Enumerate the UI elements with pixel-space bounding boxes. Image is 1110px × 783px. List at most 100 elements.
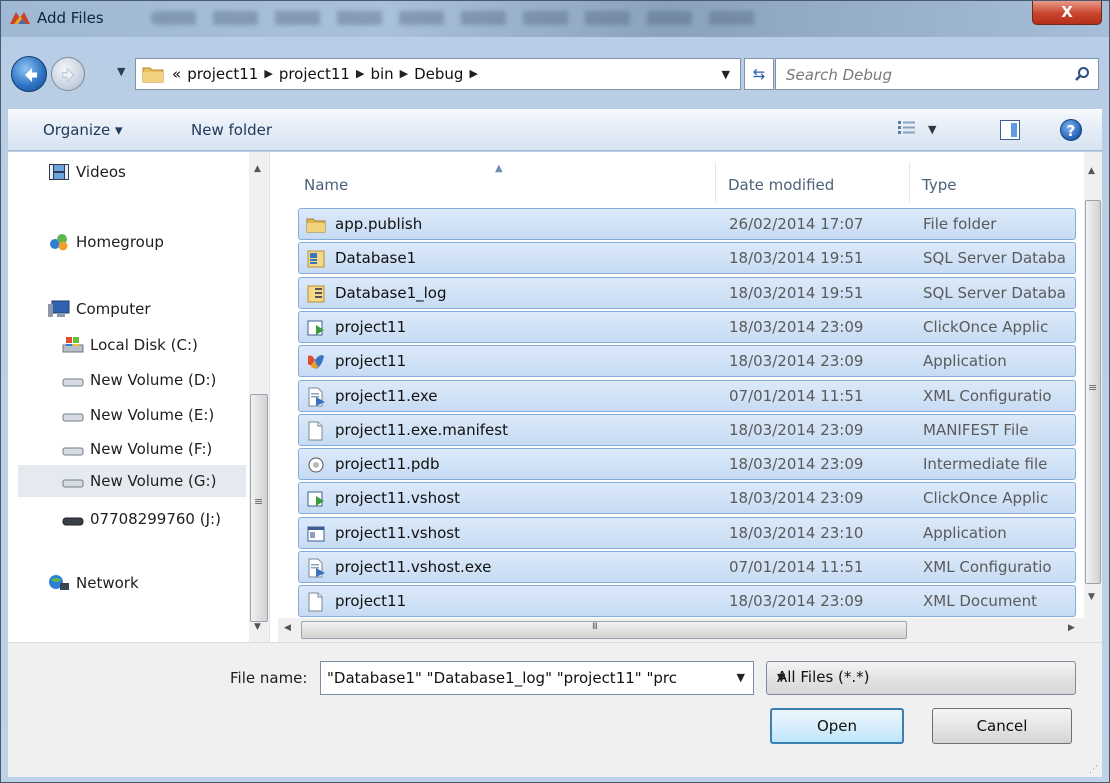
resize-grip-icon[interactable]: ⋰ — [1089, 765, 1098, 775]
scroll-up-icon[interactable]: ▲ — [1088, 166, 1095, 176]
breadcrumb-item[interactable]: Debug — [414, 65, 463, 83]
nav-item-videos[interactable]: Videos — [48, 156, 126, 188]
cancel-button[interactable]: Cancel — [932, 708, 1072, 744]
file-type-cell: SQL Server Databa — [923, 283, 1066, 302]
nav-item-local-disk-c[interactable]: Local Disk (C:) — [62, 329, 198, 361]
organize-button[interactable]: Organize ▾ — [43, 121, 123, 139]
recent-locations-dropdown-icon[interactable]: ▼ — [117, 65, 133, 81]
file-list-vertical-scrollbar[interactable]: ▲ ▼ — [1084, 152, 1102, 618]
column-header-type[interactable]: Type — [910, 162, 1084, 202]
column-header-name[interactable]: Name ▲ — [292, 162, 716, 202]
scroll-thumb[interactable] — [301, 621, 907, 639]
nav-item-label: Local Disk (C:) — [90, 336, 198, 354]
clickonce-icon — [306, 318, 326, 338]
file-row[interactable]: project11.vshost.exe 07/01/2014 11:51 XML … — [298, 551, 1076, 583]
scroll-down-icon[interactable]: ▼ — [254, 622, 261, 632]
nav-item-homegroup[interactable]: Homegroup — [48, 226, 164, 258]
drive-icon — [62, 405, 84, 425]
file-row[interactable]: Database1 18/03/2014 19:51 SQL Server Data… — [298, 242, 1076, 275]
scroll-down-icon[interactable]: ▼ — [1088, 592, 1095, 602]
file-name-cell: project11.pdb — [335, 455, 440, 474]
breadcrumb-item[interactable]: project11 — [279, 65, 350, 83]
search-input[interactable] — [786, 64, 1056, 86]
scroll-thumb[interactable] — [1085, 200, 1101, 584]
breadcrumb-overflow[interactable]: « — [172, 65, 181, 83]
breadcrumb-separator-icon[interactable]: ▶ — [469, 67, 477, 83]
nav-item-network[interactable]: Network — [48, 567, 139, 599]
filter-dropdown-icon[interactable]: ▼ — [777, 671, 1065, 684]
nav-item-label: Homegroup — [76, 233, 164, 251]
search-box[interactable] — [775, 58, 1099, 90]
preview-pane-button[interactable] — [1000, 120, 1020, 140]
forward-button[interactable] — [51, 57, 85, 91]
back-button[interactable] — [11, 56, 47, 92]
file-row[interactable]: project11.exe 07/01/2014 11:51 XML Configu… — [298, 379, 1076, 412]
nav-item-new-volume-f[interactable]: New Volume (F:) — [62, 433, 212, 465]
date-modified-cell: 18/03/2014 23:10 — [729, 523, 864, 542]
file-name-cell: project11 — [335, 592, 407, 611]
nav-item-new-volume-e[interactable]: New Volume (E:) — [62, 399, 214, 431]
file-type-cell: XML Configuratio — [923, 558, 1052, 576]
close-button[interactable]: X — [1032, 1, 1102, 25]
breadcrumb-separator-icon[interactable]: ▶ — [264, 67, 272, 83]
file-name-combobox[interactable]: ▼ — [320, 661, 754, 695]
file-name-input[interactable] — [327, 668, 717, 688]
config-file-icon — [306, 558, 326, 578]
date-modified-cell: 18/03/2014 23:09 — [729, 455, 864, 474]
file-name-dropdown-icon[interactable]: ▼ — [737, 671, 745, 684]
clickonce-icon — [306, 489, 326, 509]
address-dropdown-icon[interactable]: ▼ — [722, 68, 730, 81]
title-bar[interactable]: Add Files X — [1, 1, 1109, 37]
scroll-thumb[interactable] — [250, 394, 268, 622]
file-row[interactable]: project11.pdb 18/03/2014 23:09 Intermediat… — [298, 448, 1076, 481]
file-row[interactable]: project11.exe.manifest 18/03/2014 23:09 MA… — [298, 413, 1076, 446]
drive-icon — [62, 370, 84, 390]
file-row[interactable]: Database1_log 18/03/2014 19:51 SQL Server … — [298, 276, 1076, 309]
change-view-button[interactable]: ▼ — [898, 120, 940, 142]
file-row[interactable]: project11.vshost 18/03/2014 23:09 ClickOnc… — [298, 482, 1076, 515]
nav-item-computer[interactable]: Computer — [48, 293, 151, 325]
removable-drive-icon — [62, 509, 84, 529]
file-type-filter[interactable]: All Files (*.*) ▼ — [766, 661, 1076, 695]
application-icon — [306, 352, 326, 372]
refresh-button[interactable]: ⇆ — [744, 58, 774, 90]
file-row[interactable]: project11 18/03/2014 23:09 ClickOnce Appli… — [298, 310, 1076, 343]
date-modified-cell: 07/01/2014 11:51 — [729, 386, 864, 405]
nav-item-removable-j[interactable]: 07708299760 (J:) — [62, 503, 221, 535]
file-row[interactable]: project11 18/03/2014 23:09 XML Document — [298, 585, 1076, 618]
drive-icon — [62, 439, 84, 459]
database-log-icon — [306, 284, 326, 304]
address-bar[interactable]: « project11 ▶ project11 ▶ bin ▶ Debug ▶ … — [135, 58, 741, 90]
scroll-right-icon[interactable]: ▶ — [1068, 623, 1075, 633]
drive-icon — [62, 471, 84, 491]
date-modified-cell: 18/03/2014 19:51 — [729, 249, 864, 268]
scroll-left-icon[interactable]: ◀ — [284, 623, 291, 633]
navigation-scrollbar[interactable]: ▲ ▼ — [249, 152, 269, 642]
help-button[interactable]: ? — [1060, 119, 1082, 141]
breadcrumb-separator-icon[interactable]: ▶ — [356, 67, 364, 83]
pdb-file-icon — [306, 455, 326, 475]
file-row[interactable]: app.publish 26/02/2014 17:07 File folder — [298, 208, 1076, 240]
breadcrumb-separator-icon[interactable]: ▶ — [400, 67, 408, 83]
nav-item-new-volume-d[interactable]: New Volume (D:) — [62, 364, 216, 396]
file-row[interactable]: project11 18/03/2014 23:09 Application — [298, 345, 1076, 378]
nav-item-label: 07708299760 (J:) — [90, 510, 221, 528]
view-dropdown-icon[interactable]: ▼ — [928, 123, 936, 136]
column-header-label: Name — [304, 176, 349, 194]
file-type-cell: XML Document — [923, 592, 1038, 611]
scroll-up-icon[interactable]: ▲ — [254, 164, 261, 174]
nav-item-new-volume-g[interactable]: New Volume (G:) — [18, 465, 246, 497]
file-list-horizontal-scrollbar[interactable]: ◀ ▶ — [278, 618, 1102, 642]
breadcrumb-item[interactable]: project11 — [187, 65, 258, 83]
breadcrumb-item[interactable]: bin — [370, 65, 393, 83]
date-modified-cell: 18/03/2014 23:09 — [729, 592, 864, 611]
folder-icon — [142, 67, 164, 83]
back-arrow-icon — [25, 68, 37, 82]
open-button[interactable]: Open — [770, 708, 904, 744]
view-details-icon — [898, 121, 915, 134]
column-header-date-modified[interactable]: Date modified — [716, 162, 910, 202]
file-row[interactable]: project11.vshost 18/03/2014 23:10 Applicat… — [298, 516, 1076, 549]
search-icon[interactable] — [1074, 66, 1090, 82]
blank-file-icon — [306, 421, 326, 441]
new-folder-button[interactable]: New folder — [191, 121, 272, 139]
